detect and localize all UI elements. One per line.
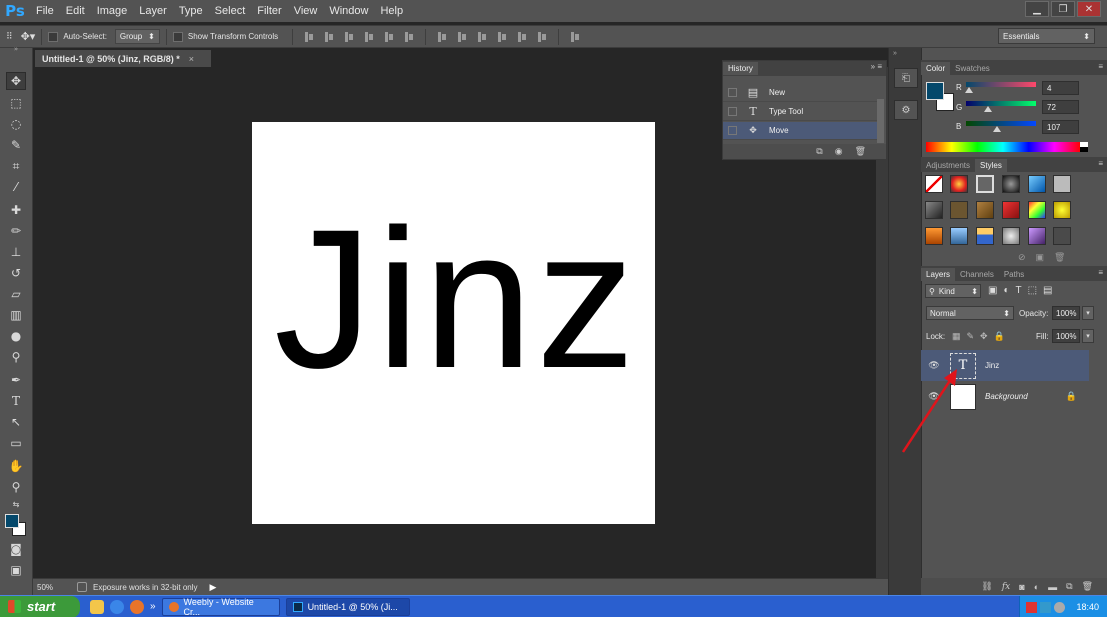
windows-taskbar: start » Weebly - Website Cr... Untitled-… bbox=[0, 595, 1107, 617]
antivirus-icon[interactable] bbox=[1026, 601, 1038, 613]
annotation-arrow bbox=[901, 369, 957, 453]
firefox-icon bbox=[168, 601, 179, 612]
internet-explorer-icon[interactable] bbox=[110, 599, 124, 614]
start-button[interactable]: start bbox=[0, 595, 80, 617]
photoshop-icon bbox=[292, 601, 303, 612]
task-button-photoshop[interactable]: Untitled-1 @ 50% (Ji... bbox=[285, 597, 410, 616]
task-label: Untitled-1 @ 50% (Ji... bbox=[307, 601, 398, 612]
quick-launch-chevron-icon[interactable]: » bbox=[150, 601, 156, 612]
volume-icon[interactable] bbox=[1054, 601, 1066, 613]
start-label: start bbox=[27, 599, 56, 614]
system-tray: 18:40 bbox=[1019, 596, 1107, 617]
show-desktop-icon[interactable] bbox=[90, 599, 104, 614]
firefox-icon[interactable] bbox=[130, 599, 144, 614]
windows-logo-icon bbox=[8, 600, 21, 613]
task-label: Weebly - Website Cr... bbox=[183, 596, 254, 617]
task-button-weebly[interactable]: Weebly - Website Cr... bbox=[161, 596, 280, 617]
network-icon[interactable] bbox=[1040, 601, 1052, 613]
clock[interactable]: 18:40 bbox=[1076, 602, 1099, 612]
